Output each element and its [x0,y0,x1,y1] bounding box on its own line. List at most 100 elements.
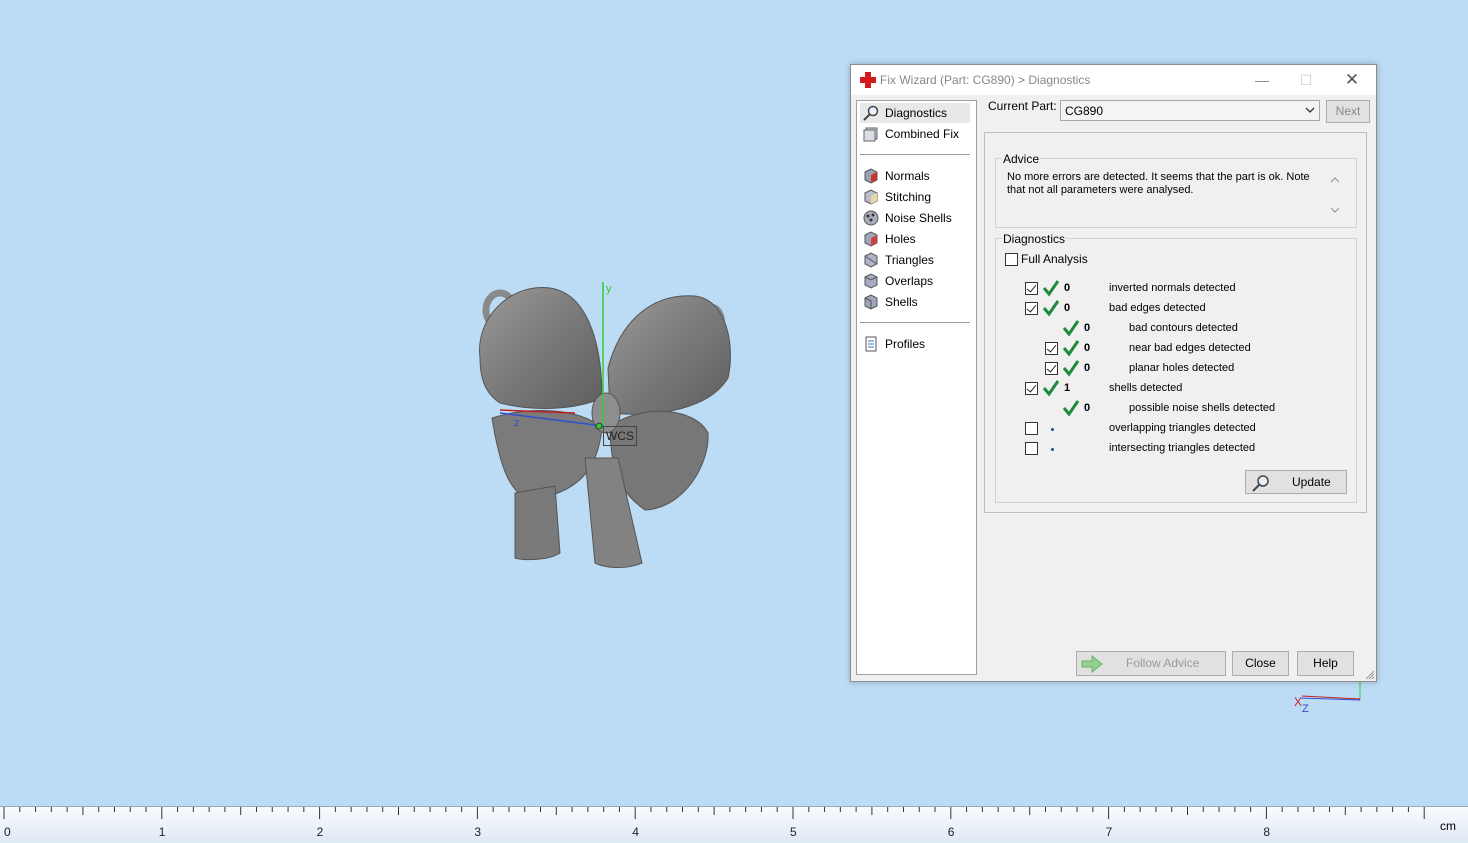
advice-title: Advice [1002,152,1041,166]
maximize-button[interactable]: ☐ [1291,69,1321,91]
shells-label: shells detected [1109,382,1183,394]
nav-item-stitching[interactable]: Stitching [860,187,970,207]
nav-item-noise-shells[interactable]: Noise Shells [860,208,970,228]
scroll-up-icon[interactable] [1329,175,1341,185]
wizard-navigation: Diagnostics Combined Fix Normals Stitchi… [856,100,977,675]
current-part-select[interactable]: CG890 [1060,100,1320,121]
check-mark-icon [1062,360,1080,377]
nav-item-triangles[interactable]: Triangles [860,250,970,270]
nav-item-shells[interactable]: Shells [860,292,970,312]
current-part-value: CG890 [1065,104,1104,118]
nav-label-diagnostics: Diagnostics [885,106,948,120]
overlapping-triangles-checkbox[interactable] [1025,422,1038,435]
advice-text: No more errors are detected. It seems th… [1007,171,1310,196]
check-mark-icon [1062,320,1080,337]
stitching-icon [864,189,878,205]
follow-advice-label: Follow Advice [1126,656,1200,670]
check-mark-icon [1062,340,1080,357]
nav-label-shells: Shells [885,295,918,309]
close-window-button[interactable]: ✕ [1337,69,1367,91]
ruler-label: 8 [1263,825,1270,839]
nav-label-profiles: Profiles [885,337,926,351]
planar-holes-count: 0 [1084,362,1091,374]
help-button[interactable]: Help [1297,651,1354,676]
ruler-label: 2 [317,825,324,839]
nav-label-normals: Normals [885,169,930,183]
axis-y-label: y [606,283,612,295]
ruler-ticks: 0 1 2 3 4 5 6 7 8 [3,807,1425,839]
dialog-title: Fix Wizard (Part: CG890) > Diagnostics [880,73,1091,87]
check-mark-icon [1042,380,1060,397]
combined-fix-icon [863,127,878,142]
bad-edges-checkbox[interactable] [1025,302,1038,315]
shells-checkbox[interactable] [1025,382,1038,395]
ruler-unit: cm [1440,819,1456,833]
noise-shells-count: 0 [1084,402,1091,414]
nav-separator [860,154,970,155]
diagnostics-title: Diagnostics [1002,232,1067,246]
pending-dot-icon [1051,448,1054,451]
chevron-down-icon [1305,107,1315,113]
full-analysis-checkbox[interactable] [1005,253,1018,266]
shells-icon [864,294,878,310]
ruler-label: 1 [159,825,166,839]
follow-advice-button[interactable]: Follow Advice [1076,651,1226,676]
nav-label-noise-shells: Noise Shells [885,211,952,225]
shells-count: 1 [1064,382,1071,394]
intersecting-triangles-label: intersecting triangles detected [1109,442,1256,454]
triangles-icon [864,252,878,268]
current-part-label: Current Part: [988,99,1057,113]
ruler: 0 1 2 3 4 5 6 7 8 cm [0,806,1468,843]
inverted-normals-count: 0 [1064,282,1071,294]
nav-item-holes[interactable]: Holes [860,229,970,249]
check-mark-icon [1042,300,1060,317]
ruler-label: 0 [4,825,11,839]
pending-dot-icon [1051,428,1054,431]
mini-axis-indicator: X Z [1294,680,1361,715]
magnifier-icon [863,105,879,121]
nav-label-combined-fix: Combined Fix [885,127,960,141]
wcs-label: WCS [603,426,637,446]
nav-item-diagnostics[interactable]: Diagnostics [860,103,970,123]
dialog-titlebar[interactable]: Fix Wizard (Part: CG890) > Diagnostics —… [851,65,1376,95]
red-cross-icon [860,72,876,88]
nav-label-triangles: Triangles [885,253,934,267]
resize-grip-icon[interactable] [1365,670,1375,680]
update-label: Update [1292,475,1331,489]
noise-shells-icon [863,210,879,226]
close-button[interactable]: Close [1232,651,1289,676]
profiles-icon [865,336,877,352]
check-mark-icon [1062,400,1080,417]
nav-label-overlaps: Overlaps [885,274,934,288]
planar-holes-checkbox[interactable] [1045,362,1058,375]
inverted-normals-checkbox[interactable] [1025,282,1038,295]
intersecting-triangles-checkbox[interactable] [1025,442,1038,455]
planar-holes-label: planar holes detected [1129,362,1235,374]
minimize-button[interactable]: — [1247,69,1277,91]
nav-item-overlaps[interactable]: Overlaps [860,271,970,291]
near-bad-edges-count: 0 [1084,342,1091,354]
nav-item-profiles[interactable]: Profiles [860,334,970,354]
normals-icon [864,168,878,184]
noise-shells-label: possible noise shells detected [1129,402,1276,414]
overlaps-icon [864,273,878,289]
next-button[interactable]: Next [1326,100,1370,123]
ruler-label: 3 [474,825,481,839]
magnifier-icon [1252,475,1269,492]
ruler-label: 6 [948,825,955,839]
scroll-down-icon[interactable] [1329,205,1341,215]
near-bad-edges-label: near bad edges detected [1129,342,1251,354]
bad-edges-count: 0 [1064,302,1071,314]
ruler-label: 5 [790,825,797,839]
axis-z-label: z [514,417,520,429]
nav-item-combined-fix[interactable]: Combined Fix [860,124,970,144]
fix-wizard-dialog: Fix Wizard (Part: CG890) > Diagnostics —… [850,64,1377,682]
nav-label-stitching: Stitching [885,190,932,204]
overlapping-triangles-label: overlapping triangles detected [1109,422,1256,434]
near-bad-edges-checkbox[interactable] [1045,342,1058,355]
mini-axis-z-label: Z [1302,703,1309,715]
update-button[interactable]: Update [1245,470,1347,494]
nav-separator [860,322,970,323]
ruler-label: 4 [632,825,639,839]
nav-item-normals[interactable]: Normals [860,166,970,186]
